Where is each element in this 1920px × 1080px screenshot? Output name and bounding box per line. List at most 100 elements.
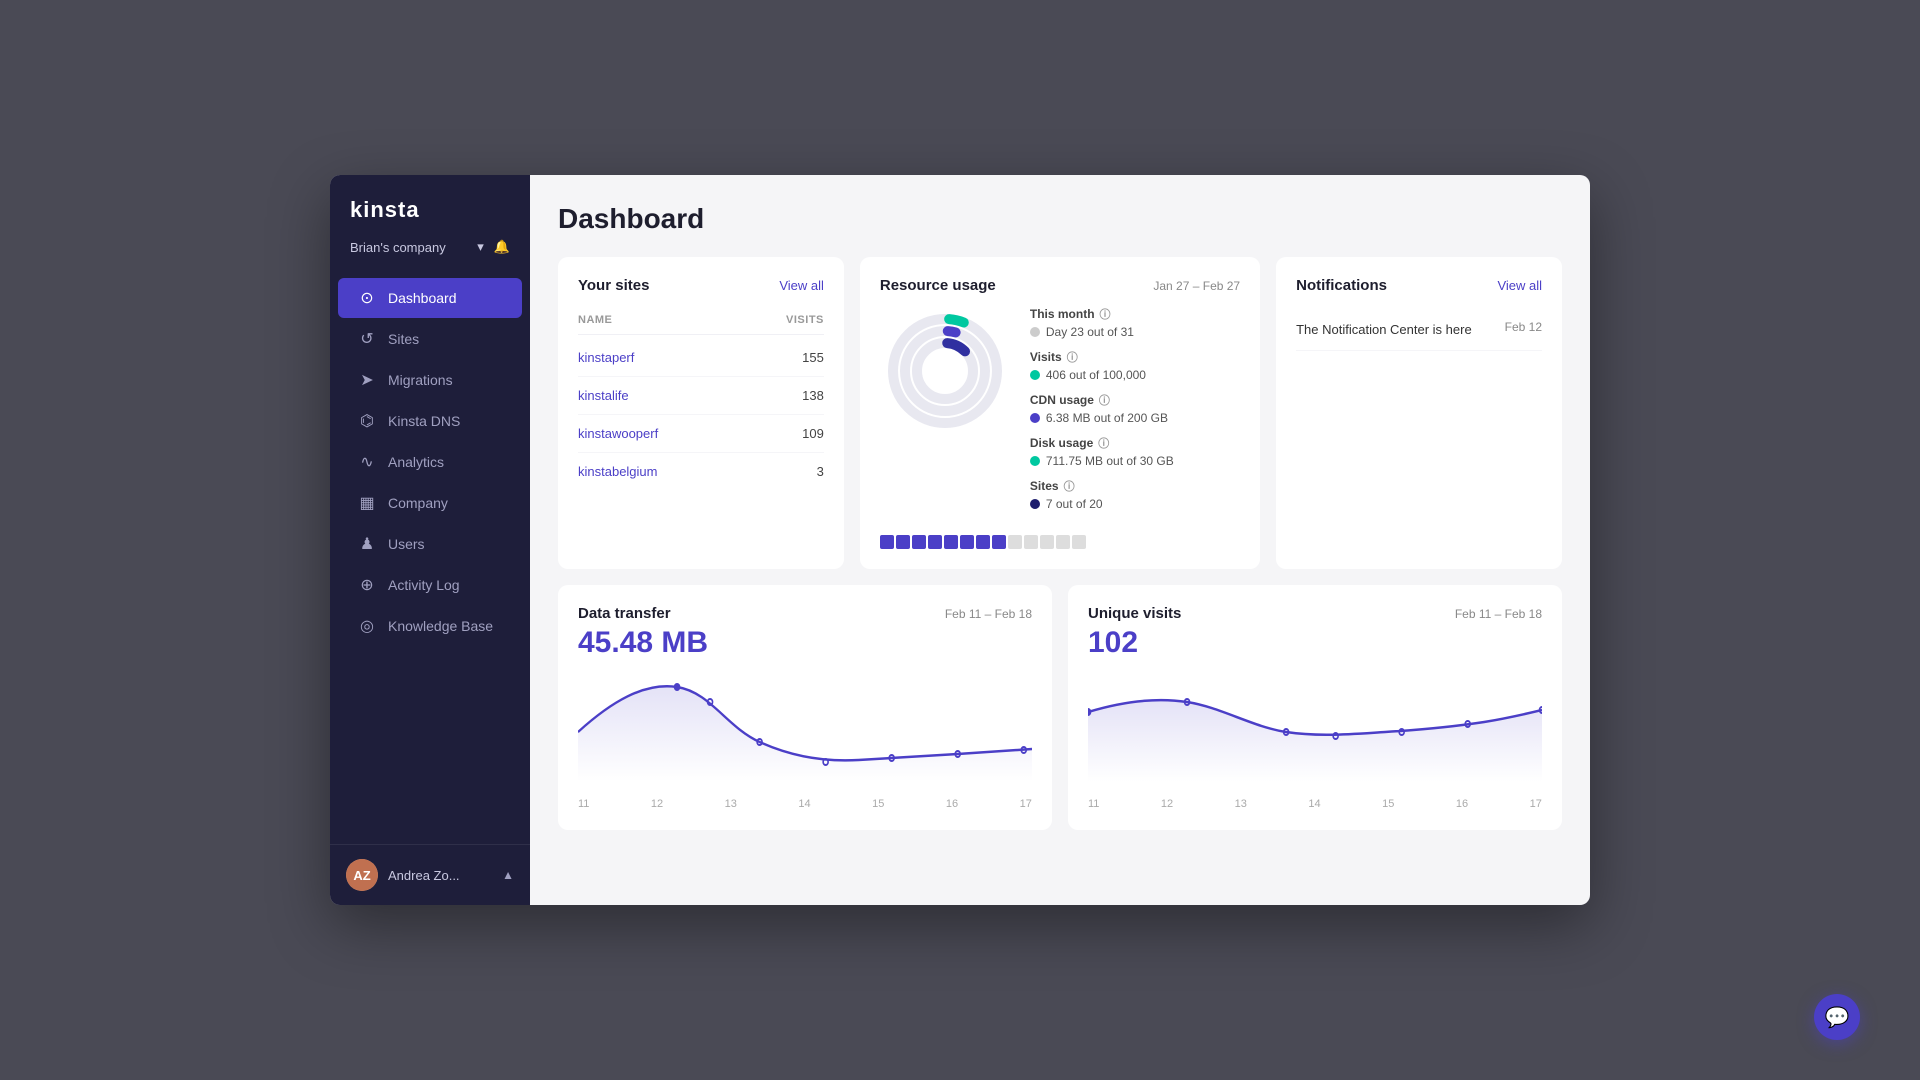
mini-bar (1008, 535, 1022, 549)
sidebar-item-users[interactable]: ♟Users (338, 524, 522, 564)
chart-label: 13 (725, 798, 737, 810)
nav-label-company: Company (388, 495, 448, 511)
chevron-down-icon[interactable]: ▾ (477, 239, 484, 255)
site-link[interactable]: kinstabelgium (578, 464, 658, 479)
sites-label: Sites ⓘ (1030, 478, 1240, 494)
mini-bar (880, 535, 894, 549)
resource-header: Resource usage Jan 27 – Feb 27 (880, 277, 1240, 294)
nav-label-users: Users (388, 536, 425, 552)
mini-bar (1072, 535, 1086, 549)
sidebar-item-company[interactable]: ▦Company (338, 483, 522, 523)
mini-bar (1024, 535, 1038, 549)
table-row: kinstawooperf109 (578, 415, 824, 453)
col-name-label: NAME (578, 314, 612, 326)
mini-bar (944, 535, 958, 549)
sites-value: 7 out of 20 (1030, 497, 1240, 511)
data-transfer-labels: 11 12 13 14 15 16 17 (578, 792, 1032, 810)
bottom-cards-row: Data transfer Feb 11 – Feb 18 45.48 MB (558, 585, 1562, 830)
donut-chart (880, 306, 1010, 436)
chart-label: 12 (1161, 798, 1173, 810)
user-expand-icon[interactable]: ▲ (502, 868, 514, 882)
nav-label-migrations: Migrations (388, 372, 453, 388)
bell-icon[interactable]: 🔔 (494, 239, 510, 255)
table-row: kinstaperf155 (578, 339, 824, 377)
data-transfer-date: Feb 11 – Feb 18 (945, 607, 1032, 621)
resource-stats: This month ⓘ Day 23 out of 31 Visits (1030, 306, 1240, 521)
mini-bar (928, 535, 942, 549)
chart-label: 17 (1020, 798, 1032, 810)
mini-bar (1040, 535, 1054, 549)
svg-text:AZ: AZ (353, 868, 370, 883)
site-visits: 138 (802, 388, 824, 403)
notifications-title: Notifications (1296, 277, 1387, 294)
sidebar: kinsta Brian's company ▾ 🔔 ⊙ Dashboard ↺ Si… (330, 175, 530, 905)
nav-label-knowledge-base: Knowledge Base (388, 618, 493, 634)
data-transfer-chart (578, 672, 1032, 792)
cdn-label: CDN usage ⓘ (1030, 392, 1240, 408)
sidebar-item-sites[interactable]: ↺ Sites (338, 319, 522, 359)
logo: kinsta (350, 197, 510, 223)
nav-icon-activity-log: ⊕ (358, 575, 376, 595)
nav-label-sites: Sites (388, 331, 419, 347)
user-name: Andrea Zo... (388, 868, 460, 883)
notifications-card: Notifications View all The Notification … (1276, 257, 1562, 569)
notifications-header: Notifications View all (1296, 277, 1542, 294)
info-icon-cdn: ⓘ (1099, 392, 1110, 408)
info-icon-sites: ⓘ (1064, 478, 1075, 494)
your-sites-view-all[interactable]: View all (779, 278, 824, 293)
chart-label: 16 (1456, 798, 1468, 810)
mini-bar (992, 535, 1006, 549)
unique-visits-labels: 11 12 13 14 15 16 17 (1088, 792, 1542, 810)
top-cards-row: Your sites View all NAME VISITS kinstape… (558, 257, 1562, 569)
this-month-value: Day 23 out of 31 (1030, 325, 1240, 339)
nav-icon-sites: ↺ (358, 329, 376, 349)
unique-visits-card: Unique visits Feb 11 – Feb 18 102 (1068, 585, 1562, 830)
table-row: kinstabelgium3 (578, 453, 824, 490)
disk-stat: Disk usage ⓘ 711.75 MB out of 30 GB (1030, 435, 1240, 468)
unique-visits-date: Feb 11 – Feb 18 (1455, 607, 1542, 621)
mini-bar (896, 535, 910, 549)
sidebar-item-migrations[interactable]: ➤ Migrations (338, 360, 522, 400)
nav-label-kinsta-dns: Kinsta DNS (388, 413, 460, 429)
resource-usage-card: Resource usage Jan 27 – Feb 27 (860, 257, 1260, 569)
nav-icon-dashboard: ⊙ (358, 288, 376, 308)
chart-label: 11 (1088, 798, 1099, 810)
chat-button[interactable]: 💬 (1814, 994, 1860, 1040)
site-link[interactable]: kinstaperf (578, 350, 634, 365)
disk-value: 711.75 MB out of 30 GB (1030, 454, 1240, 468)
chart-label: 13 (1235, 798, 1247, 810)
user-info: AZ Andrea Zo... (346, 859, 460, 891)
visits-stat: Visits ⓘ 406 out of 100,000 (1030, 349, 1240, 382)
visits-label: Visits ⓘ (1030, 349, 1240, 365)
resource-usage-title: Resource usage (880, 277, 996, 294)
nav-icon-analytics: ∿ (358, 452, 376, 472)
sidebar-item-dashboard[interactable]: ⊙ Dashboard (338, 278, 522, 318)
chart-label: 15 (1382, 798, 1394, 810)
your-sites-card: Your sites View all NAME VISITS kinstape… (558, 257, 844, 569)
chart-label: 14 (1308, 798, 1320, 810)
visits-value: 406 out of 100,000 (1030, 368, 1240, 382)
notifications-view-all[interactable]: View all (1497, 278, 1542, 293)
sidebar-item-analytics[interactable]: ∿Analytics (338, 442, 522, 482)
avatar: AZ (346, 859, 378, 891)
company-row: Brian's company ▾ 🔔 (330, 235, 530, 271)
chart-label: 14 (798, 798, 810, 810)
unique-visits-header: Unique visits Feb 11 – Feb 18 (1088, 605, 1542, 622)
nav-icon-knowledge-base: ◎ (358, 616, 376, 636)
data-transfer-title: Data transfer (578, 605, 671, 622)
sidebar-item-knowledge-base[interactable]: ◎ Knowledge Base (338, 606, 522, 646)
nav-label-dashboard: Dashboard (388, 290, 457, 306)
nav-icon-migrations: ➤ (358, 370, 376, 390)
nav-items: ⊙ Dashboard ↺ Sites ➤ Migrations ⌬Kinsta DNS∿A… (330, 271, 530, 844)
sidebar-item-activity-log[interactable]: ⊕Activity Log (338, 565, 522, 605)
sidebar-item-kinsta-dns[interactable]: ⌬Kinsta DNS (338, 401, 522, 441)
site-link[interactable]: kinstalife (578, 388, 629, 403)
site-link[interactable]: kinstawooperf (578, 426, 658, 441)
cdn-stat: CDN usage ⓘ 6.38 MB out of 200 GB (1030, 392, 1240, 425)
mini-bars (880, 535, 1240, 549)
chart-label: 17 (1530, 798, 1542, 810)
mini-bar (912, 535, 926, 549)
unique-visits-value: 102 (1088, 626, 1542, 660)
your-sites-header: Your sites View all (578, 277, 824, 294)
page-title: Dashboard (558, 203, 1562, 235)
